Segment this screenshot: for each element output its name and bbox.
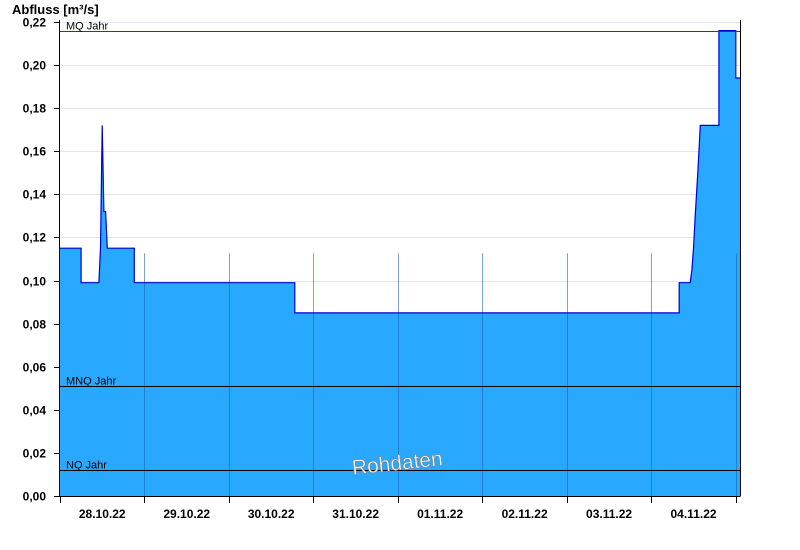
x-tick-label: 28.10.22 [79,507,126,521]
x-tick-label: 03.11.22 [586,507,632,521]
reference-line-label: MNQ Jahr [66,376,116,388]
y-tick-label: 0,12 [23,231,47,245]
y-tick-label: 0,10 [23,275,47,289]
y-tick-label: 0,16 [23,145,47,159]
discharge-chart: MQ Jahr MNQ Jahr NQ Jahr 0,00 0,02 0,04 0,06 0… [0,0,800,550]
y-tick-label: 0,22 [23,16,47,30]
y-tick-label: 0,20 [23,59,47,73]
y-tick-label: 0,08 [23,318,47,332]
x-tick-label: 29.10.22 [163,507,210,521]
x-tick-label: 31.10.22 [332,507,379,521]
y-tick-label: 0,02 [23,447,47,461]
x-tick-label: 02.11.22 [502,507,548,521]
x-tick-label: 30.10.22 [248,507,295,521]
reference-line-label: NQ Jahr [66,460,107,472]
x-tick-label: 01.11.22 [417,507,463,521]
y-tick-label: 0,04 [23,404,47,418]
x-tick-label: 04.11.22 [671,507,717,521]
y-axis-label: Abfluss [m³/s] [12,2,99,17]
y-tick-label: 0,06 [23,361,47,375]
reference-line-label: MQ Jahr [66,21,109,33]
y-tick-label: 0,18 [23,102,47,116]
y-tick-label: 0,00 [23,490,47,504]
y-tick-label: 0,14 [23,188,47,202]
